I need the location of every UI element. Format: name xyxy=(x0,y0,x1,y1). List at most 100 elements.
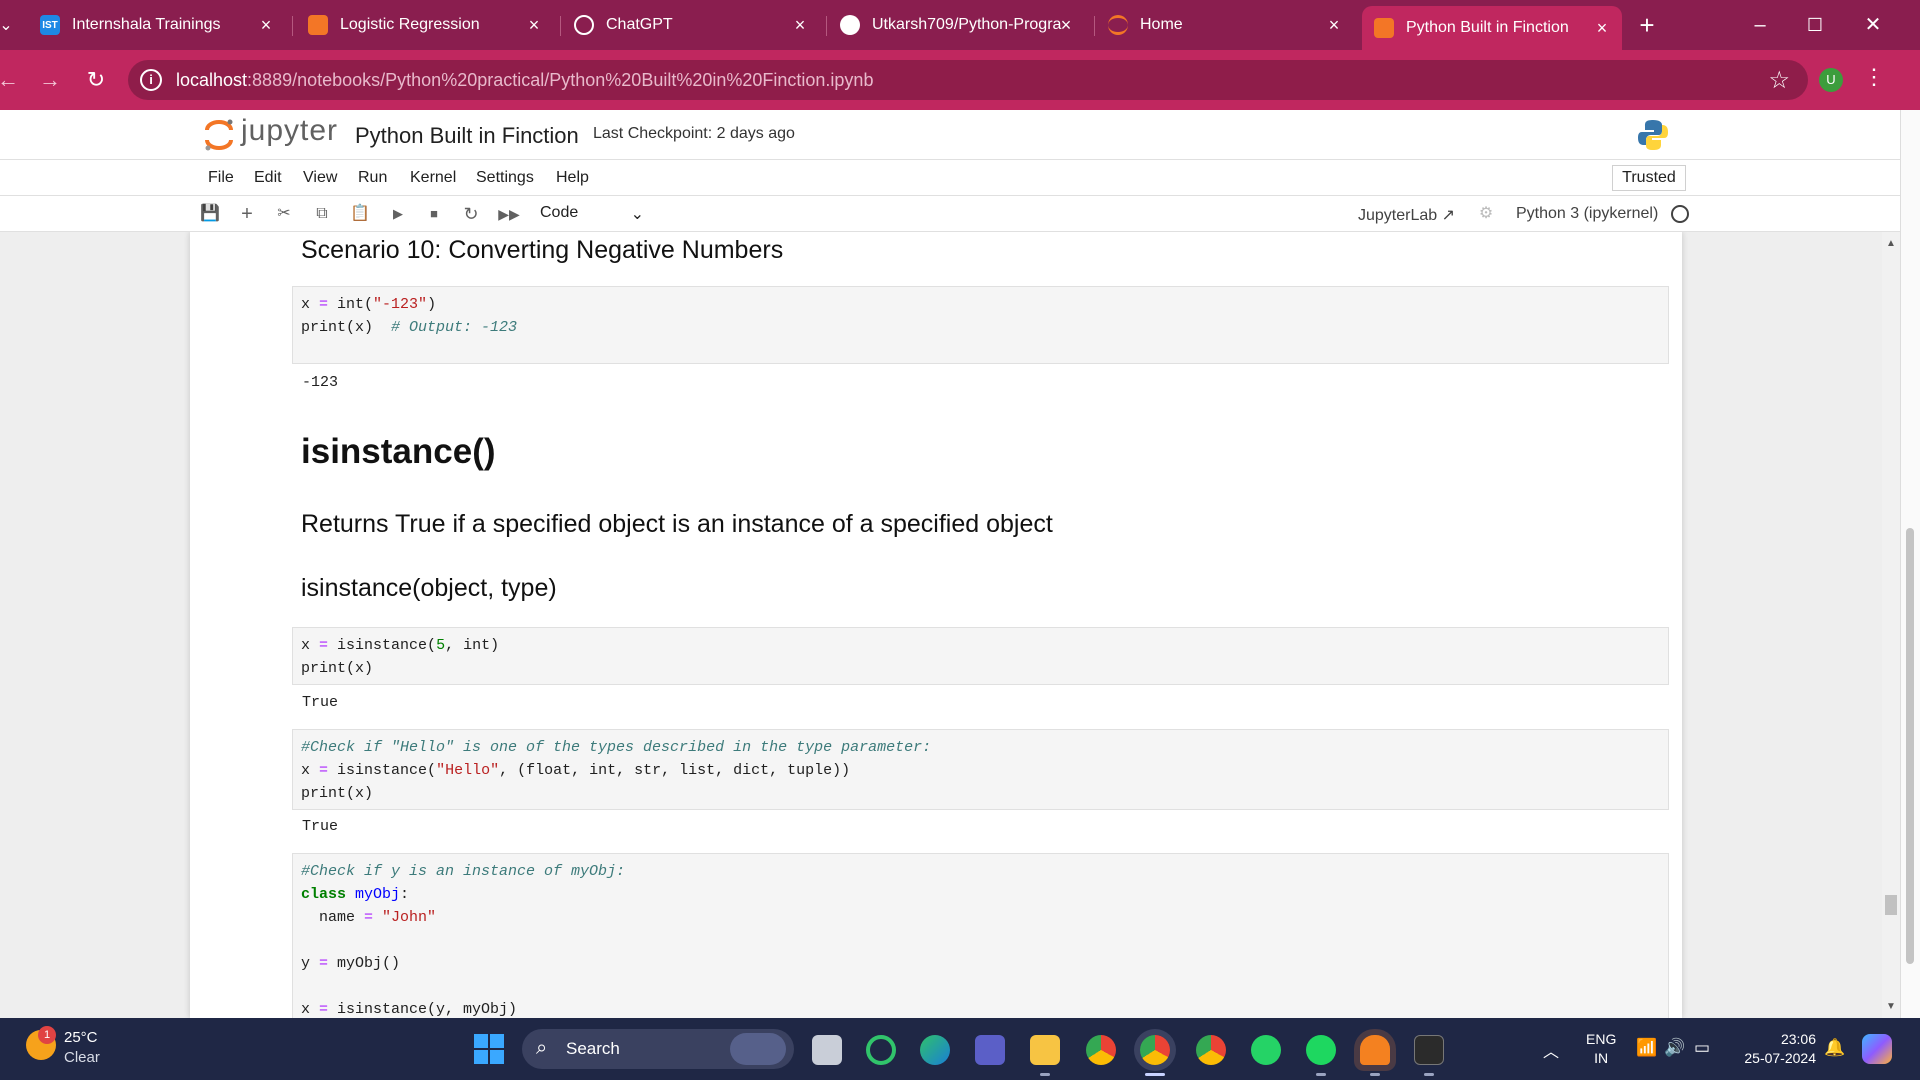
clock-time: 23:06 xyxy=(1780,1031,1816,1047)
wifi-icon[interactable]: 📶 xyxy=(1636,1038,1657,1058)
add-cell-icon[interactable]: + xyxy=(235,202,259,226)
volume-icon[interactable]: 🔊 xyxy=(1664,1038,1685,1058)
close-icon[interactable]: × xyxy=(1324,15,1344,35)
tab-python-built-in-finction[interactable]: Python Built in Finction × xyxy=(1362,6,1622,50)
save-icon[interactable]: 💾 xyxy=(198,202,222,226)
tab-logistic-regression[interactable]: Logistic Regression × xyxy=(308,8,544,42)
file-explorer-icon[interactable] xyxy=(1030,1035,1060,1065)
menu-view[interactable]: View xyxy=(303,169,337,187)
battery-icon[interactable]: ▭ xyxy=(1694,1038,1710,1058)
bookmark-star-icon[interactable]: ☆ xyxy=(1768,66,1790,95)
tab-github[interactable]: Utkarsh709/Python-Progra × xyxy=(840,8,1076,42)
close-window-icon[interactable]: ✕ xyxy=(1858,12,1888,38)
menu-run[interactable]: Run xyxy=(358,169,387,187)
url-path: :8889/notebooks/Python%20practical/Pytho… xyxy=(247,70,874,90)
url-text: localhost:8889/notebooks/Python%20practi… xyxy=(176,70,873,91)
paste-icon[interactable]: 📋 xyxy=(348,202,372,226)
menu-edit[interactable]: Edit xyxy=(254,169,282,187)
markdown-isinstance-description[interactable]: Returns True if a specified object is an… xyxy=(301,510,1053,539)
tab-divider xyxy=(826,16,827,36)
open-jupyterlab-link[interactable]: JupyterLab ↗ xyxy=(1358,205,1455,225)
code-cell-16[interactable]: #Check if "Hello" is one of the types de… xyxy=(292,729,1669,810)
chrome-profile-alt-icon[interactable] xyxy=(1196,1035,1226,1065)
tab-home[interactable]: Home × xyxy=(1108,8,1344,42)
restart-icon[interactable]: ↻ xyxy=(459,202,483,226)
search-label: Search xyxy=(566,1039,620,1058)
maximize-icon[interactable]: ☐ xyxy=(1800,12,1830,38)
forward-arrow-icon[interactable]: → xyxy=(36,66,64,94)
profile-avatar[interactable]: U xyxy=(1819,68,1843,92)
notebook-scrollbar[interactable]: ▲ ▼ xyxy=(1882,232,1900,1018)
trusted-indicator[interactable]: Trusted xyxy=(1612,165,1686,191)
taskbar-clock[interactable]: 23:06 25-07-2024 xyxy=(1736,1030,1816,1068)
code-line: print(x) xyxy=(301,660,374,677)
code-line: x = isinstance(y, myObj) xyxy=(301,1001,518,1018)
kernel-settings-gear-icon[interactable]: ⚙ xyxy=(1474,202,1498,226)
reload-icon[interactable]: ↻ xyxy=(82,66,110,94)
code-cell-13[interactable]: x = int("-123") print(x) # Output: -123 xyxy=(292,286,1669,364)
new-tab-icon[interactable]: + xyxy=(1632,12,1662,38)
chrome-profile-u-icon[interactable] xyxy=(1140,1035,1170,1065)
site-info-icon[interactable]: i xyxy=(140,69,162,91)
terminal-icon[interactable] xyxy=(1414,1035,1444,1065)
tab-divider xyxy=(1094,16,1095,36)
weather-condition[interactable]: Clear xyxy=(64,1049,100,1066)
tab-divider xyxy=(292,16,293,36)
menu-help[interactable]: Help xyxy=(556,169,589,187)
notification-bell-icon[interactable]: 🔔 xyxy=(1824,1038,1845,1058)
stop-icon[interactable]: ■ xyxy=(422,202,446,226)
show-hidden-icons-chevron-icon[interactable]: ︿ xyxy=(1543,1038,1559,1062)
notebook-panel: Scenario 10: Converting Negative Numbers… xyxy=(0,232,1900,1018)
page-scrollbar-thumb[interactable] xyxy=(1906,528,1914,964)
code-line: print(x) xyxy=(301,785,374,802)
menu-file[interactable]: File xyxy=(208,169,234,187)
taskbar-search[interactable]: ⌕ Search xyxy=(522,1029,794,1069)
task-view-icon[interactable] xyxy=(812,1035,842,1065)
scroll-down-arrow-icon[interactable]: ▼ xyxy=(1886,1001,1896,1012)
scrollbar-thumb[interactable] xyxy=(1885,895,1897,915)
markdown-heading-isinstance[interactable]: isinstance() xyxy=(301,432,496,472)
copilot-icon[interactable] xyxy=(1862,1034,1892,1064)
tab-title: Logistic Regression xyxy=(340,16,480,33)
run-icon[interactable]: ▶ xyxy=(386,202,410,226)
teams-icon[interactable] xyxy=(975,1035,1005,1065)
page-scrollbar[interactable] xyxy=(1900,110,1920,1018)
tab-search-chevron-icon[interactable]: ⌄ xyxy=(0,12,20,40)
copy-icon[interactable]: ⧉ xyxy=(310,202,334,226)
notebook-title[interactable]: Python Built in Finction xyxy=(355,123,579,149)
close-icon[interactable]: × xyxy=(256,15,276,35)
close-icon[interactable]: × xyxy=(1592,18,1612,38)
code-cell-18[interactable]: #Check if y is an instance of myObj: cla… xyxy=(292,853,1669,1018)
cell-type-select[interactable]: Code ⌄ xyxy=(540,204,644,223)
close-icon[interactable]: × xyxy=(524,15,544,35)
spotify-icon[interactable] xyxy=(1306,1035,1336,1065)
close-icon[interactable]: × xyxy=(790,15,810,35)
app-green-ring-icon[interactable] xyxy=(866,1035,896,1065)
cut-icon[interactable]: ✂ xyxy=(272,202,296,226)
markdown-heading-scenario-10[interactable]: Scenario 10: Converting Negative Numbers xyxy=(301,236,783,265)
code-cell-14[interactable]: x = isinstance(5, int) print(x) xyxy=(292,627,1669,685)
cloudflare-warp-icon[interactable] xyxy=(1360,1035,1390,1065)
input-language[interactable]: ENG IN xyxy=(1586,1030,1616,1068)
weather-temperature[interactable]: 25°C xyxy=(64,1029,98,1046)
browser-menu-icon[interactable]: ⋮ xyxy=(1862,64,1886,90)
scroll-up-arrow-icon[interactable]: ▲ xyxy=(1886,238,1896,249)
menu-settings[interactable]: Settings xyxy=(476,169,534,187)
address-bar[interactable]: i localhost:8889/notebooks/Python%20prac… xyxy=(128,60,1808,100)
whatsapp-icon[interactable] xyxy=(1251,1035,1281,1065)
close-icon[interactable]: × xyxy=(1056,15,1076,35)
back-arrow-icon[interactable]: ← xyxy=(0,66,22,94)
jupyter-logo-icon[interactable] xyxy=(204,118,234,152)
markdown-isinstance-syntax[interactable]: isinstance(object, type) xyxy=(301,574,557,603)
start-windows-icon[interactable] xyxy=(474,1034,504,1064)
active-indicator xyxy=(1145,1073,1165,1076)
tab-internshala[interactable]: IST Internshala Trainings × xyxy=(40,8,276,42)
restart-run-all-icon[interactable]: ▶▶ xyxy=(497,202,521,226)
tab-chatgpt[interactable]: ChatGPT × xyxy=(574,8,810,42)
kernel-name[interactable]: Python 3 (ipykernel) xyxy=(1516,205,1658,223)
minimize-icon[interactable]: – xyxy=(1745,12,1775,38)
chrome-icon[interactable] xyxy=(1086,1035,1116,1065)
edge-browser-icon[interactable] xyxy=(920,1035,950,1065)
menu-kernel[interactable]: Kernel xyxy=(410,169,456,187)
